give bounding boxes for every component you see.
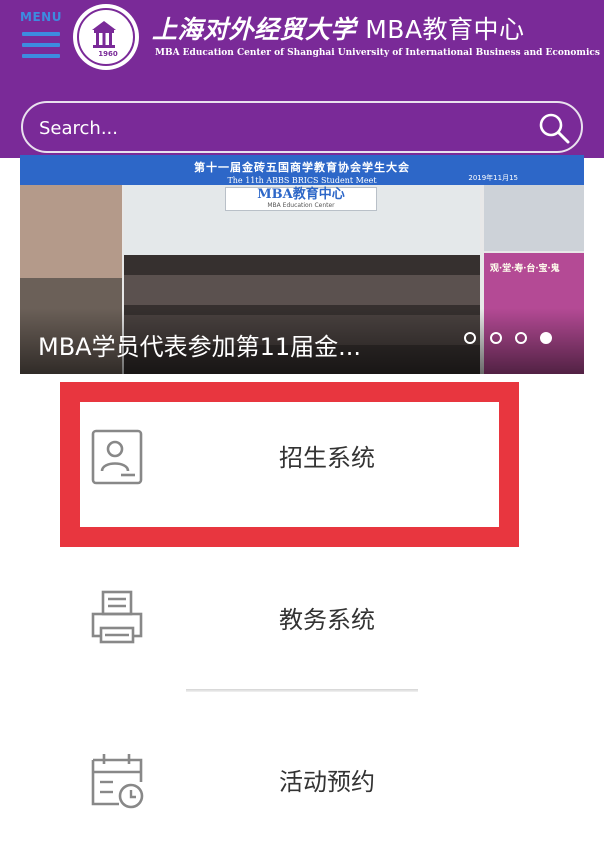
building-sign-main: MBA教育中心 [257,187,345,202]
search-bar[interactable] [21,101,583,153]
menu-item-label: 招生系统 [279,444,375,472]
menu-item-events[interactable]: 活动预约 [0,720,604,830]
menu-label: MENU [20,10,62,24]
carousel-dot-4-active[interactable] [540,332,552,344]
carousel-dot-1[interactable] [464,332,476,344]
header-title-cn: 上海对外经贸大学 MBA教育中心 [152,10,525,46]
menu-button[interactable]: MENU [18,10,64,60]
news-carousel[interactable]: 第十一届金砖五国商学教育协会学生大会 The 11th ABBS BRICS S… [20,155,584,374]
menu-item-admissions[interactable]: 招生系统 [0,400,604,510]
building-sign-sub: MBA Education Center [267,202,335,209]
carousel-dot-3[interactable] [515,332,527,344]
center-name: MBA教育中心 [365,15,525,44]
menu-item-label: 教务系统 [279,606,375,634]
hamburger-icon-bar-middle [22,43,60,47]
search-icon[interactable] [537,111,571,145]
logo-ring: 1960 [77,8,135,66]
stage-text: 观·堂·寿·台·宝·鬼 [490,264,560,274]
id-card-icon [91,429,143,485]
university-name: 上海对外经贸大学 [152,15,357,44]
photo-students [484,185,584,251]
carousel-caption[interactable]: MBA学员代表参加第11届金... [38,327,361,362]
header-title-en: MBA Education Center of Shanghai Univers… [155,48,600,58]
menu-item-academic[interactable]: 教务系统 [0,560,604,670]
carousel-dot-2[interactable] [490,332,502,344]
hamburger-icon-bar-top [22,32,60,36]
logo-year: 1960 [98,50,118,58]
university-logo: 1960 [73,4,139,70]
search-input[interactable] [39,115,519,141]
app-header: MENU 1960 上海对外经贸大学 MBA教育中心 MBA Education… [0,0,604,158]
hamburger-icon-bar-bottom [22,54,60,58]
calendar-clock-icon [91,754,144,809]
banner-event-date: 2019年11月15 [468,174,518,182]
photo-meeting-room [20,185,122,278]
menu-divider [186,689,418,692]
menu-item-label: 活动预约 [279,768,375,796]
banner-event-header: 第十一届金砖五国商学教育协会学生大会 The 11th ABBS BRICS S… [20,155,584,185]
building-sign: MBA教育中心 MBA Education Center [225,187,377,211]
crowd-row-back [124,275,480,305]
photo-building: MBA教育中心 MBA Education Center [124,185,480,255]
printer-icon [91,590,143,644]
